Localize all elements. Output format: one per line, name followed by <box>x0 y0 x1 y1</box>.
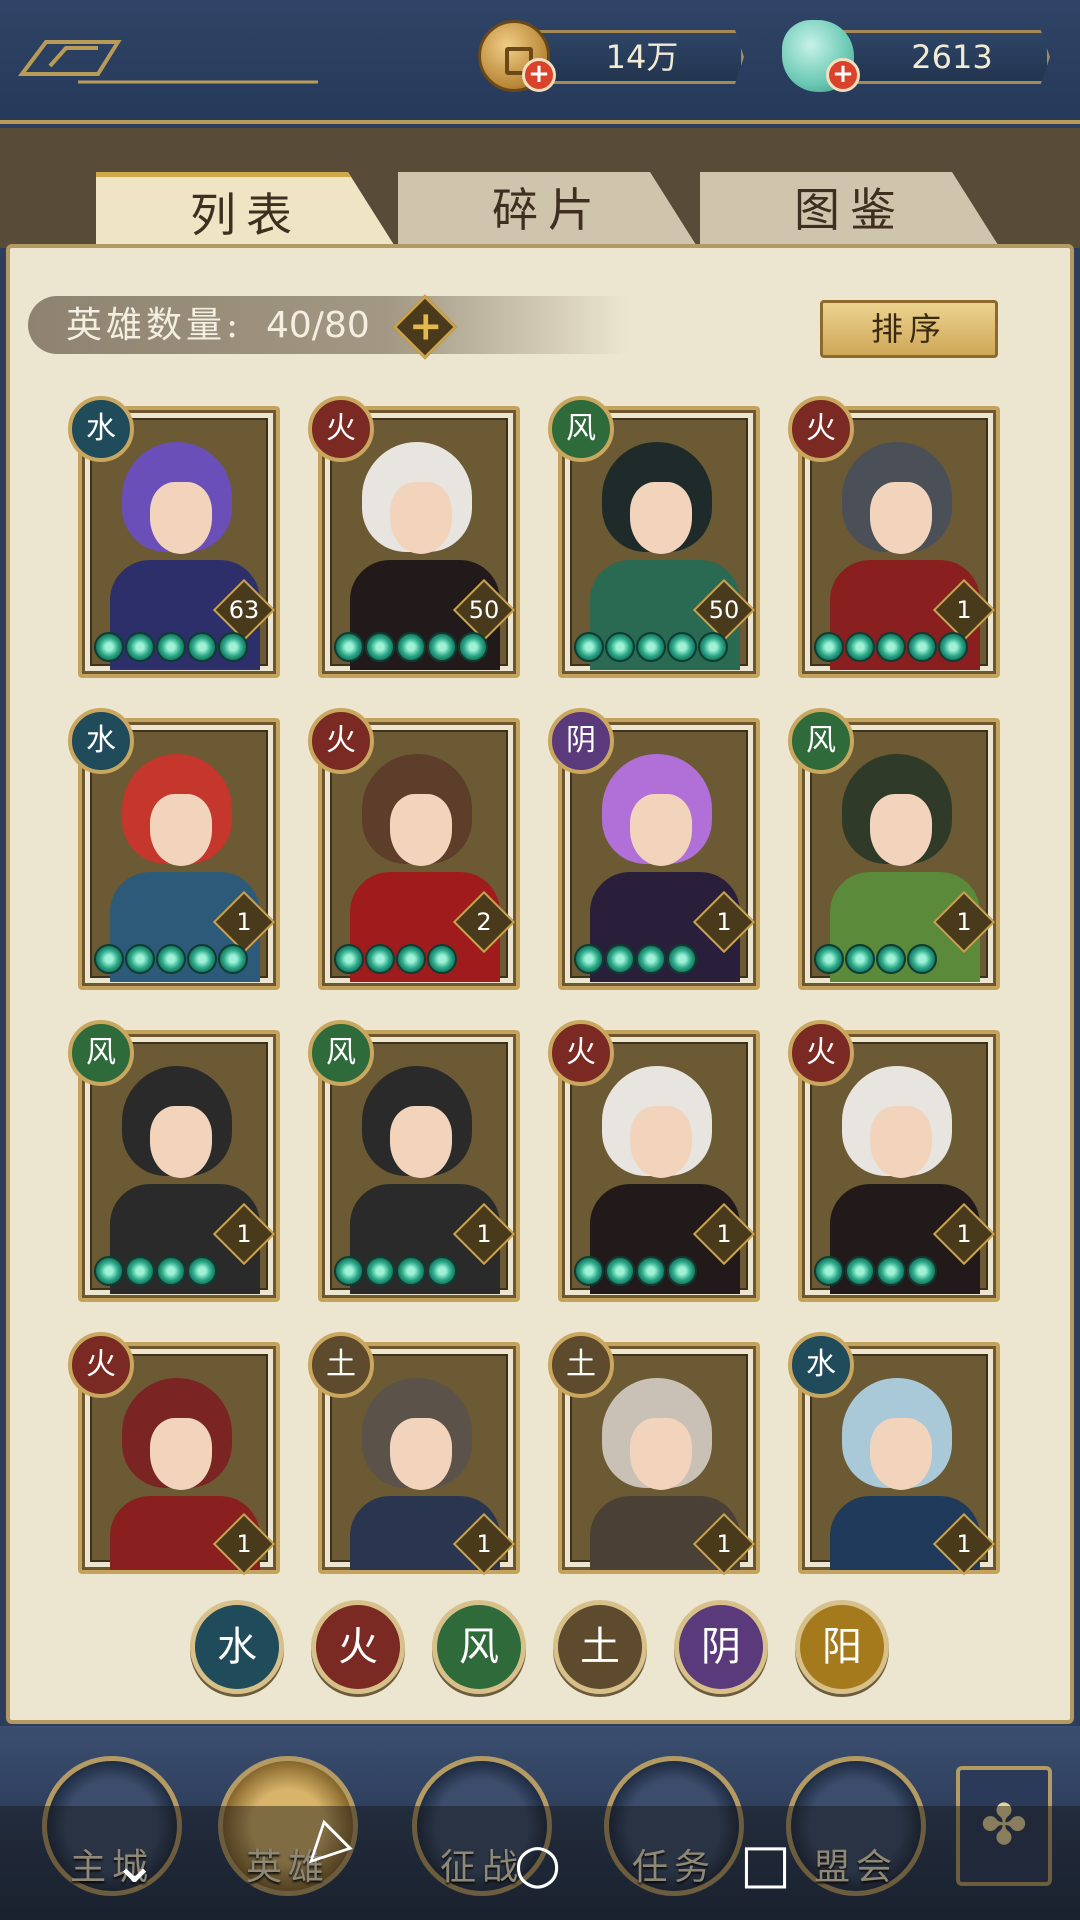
hero-face <box>150 794 212 866</box>
hero-body <box>350 1496 500 1570</box>
element-badge: 火 <box>788 1020 854 1086</box>
element-badge: 阴 <box>548 708 614 774</box>
hero-face <box>870 1106 932 1178</box>
pattern-logo-icon <box>18 40 318 84</box>
hero-face <box>390 1418 452 1490</box>
coin-value: 14万 <box>605 38 679 76</box>
hero-count-label: 英雄数量: <box>66 305 243 346</box>
hero-body <box>830 872 980 982</box>
hero-body <box>110 560 260 670</box>
hero-body <box>110 872 260 982</box>
hero-body <box>350 560 500 670</box>
hero-body <box>830 1184 980 1294</box>
hero-body <box>590 1184 740 1294</box>
gem-value: 2613 <box>911 38 993 76</box>
tab-list[interactable]: 列表 <box>96 172 396 248</box>
hero-face <box>390 1106 452 1178</box>
hero-body <box>110 1184 260 1294</box>
element-filter-button[interactable]: 土 <box>553 1600 647 1694</box>
element-badge: 土 <box>308 1332 374 1398</box>
add-gem-button[interactable]: + <box>826 58 860 92</box>
element-filter-button[interactable]: 火 <box>311 1600 405 1694</box>
element-badge: 风 <box>548 396 614 462</box>
plus-icon: + <box>408 303 443 350</box>
hero-face <box>870 794 932 866</box>
element-filter-button[interactable]: 阳 <box>795 1600 889 1694</box>
element-badge: 风 <box>308 1020 374 1086</box>
home-circle-icon[interactable]: ○ <box>514 1834 561 1894</box>
hero-face <box>150 482 212 554</box>
hero-body <box>590 560 740 670</box>
hero-face <box>630 1418 692 1490</box>
hero-face <box>630 482 692 554</box>
hero-face <box>630 794 692 866</box>
element-filter-button[interactable]: 水 <box>190 1600 284 1694</box>
tab-codex[interactable]: 图鉴 <box>700 172 1000 248</box>
hero-face <box>870 482 932 554</box>
hero-body <box>830 1496 980 1570</box>
element-badge: 火 <box>788 396 854 462</box>
element-filter-button[interactable]: 阴 <box>674 1600 768 1694</box>
element-badge: 火 <box>308 396 374 462</box>
hero-face <box>390 482 452 554</box>
hero-body <box>350 872 500 982</box>
hero-body <box>590 872 740 982</box>
element-badge: 水 <box>68 396 134 462</box>
element-badge: 土 <box>548 1332 614 1398</box>
element-badge: 火 <box>68 1332 134 1398</box>
element-badge: 火 <box>548 1020 614 1086</box>
hero-face <box>150 1418 212 1490</box>
recent-square-icon[interactable]: □ <box>740 1834 791 1894</box>
hero-face <box>630 1106 692 1178</box>
hero-body <box>110 1496 260 1570</box>
hero-body <box>350 1184 500 1294</box>
add-coin-button[interactable]: + <box>522 58 556 92</box>
element-filter-button[interactable]: 风 <box>432 1600 526 1694</box>
hero-body <box>830 560 980 670</box>
element-badge: 火 <box>308 708 374 774</box>
element-badge: 水 <box>68 708 134 774</box>
element-badge: 风 <box>788 708 854 774</box>
hero-face <box>390 794 452 866</box>
hero-count-value: 40/80 <box>266 305 370 346</box>
element-badge: 水 <box>788 1332 854 1398</box>
hero-face <box>870 1418 932 1490</box>
back-chevron-icon[interactable]: ⌄ <box>112 1834 157 1894</box>
tab-fragments[interactable]: 碎片 <box>398 172 698 248</box>
element-badge: 风 <box>68 1020 134 1086</box>
hero-body <box>590 1496 740 1570</box>
sort-button[interactable]: 排序 <box>820 300 998 358</box>
hero-face <box>150 1106 212 1178</box>
